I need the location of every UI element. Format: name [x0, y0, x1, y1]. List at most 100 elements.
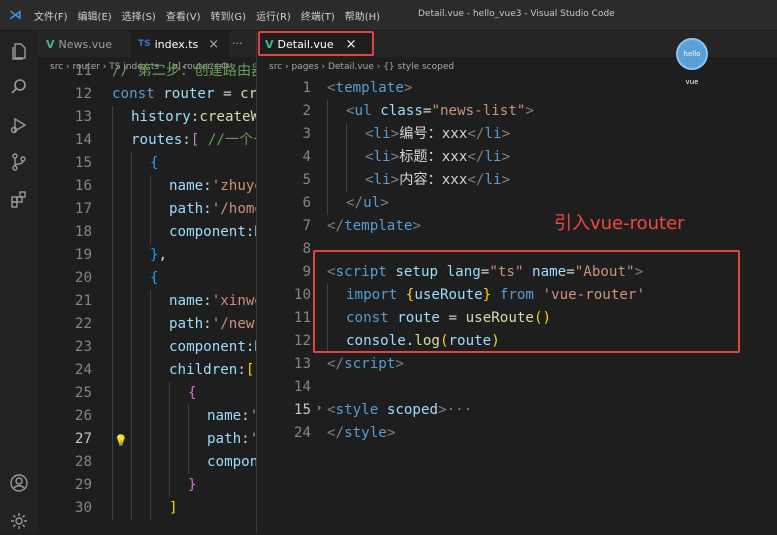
tab-label: News.vue [58, 37, 112, 51]
indent-guide [112, 106, 113, 129]
indent-guide [131, 359, 132, 382]
settings-gear-icon[interactable] [9, 511, 29, 531]
code-line[interactable]: 18 component:Home [38, 221, 256, 244]
code-text: <li>标题：xxx</li> [365, 149, 511, 165]
indent-guide [112, 405, 113, 428]
fold-chevron-icon[interactable]: › [317, 401, 321, 414]
code-line[interactable]: 13 </script> [257, 353, 777, 376]
code-line[interactable]: 4 <li>标题：xxx</li> [257, 146, 777, 169]
code-line[interactable]: 20 { [38, 267, 256, 290]
line-number: 7 [302, 218, 311, 234]
extensions-icon[interactable] [9, 189, 29, 209]
code-line[interactable]: 5 <li>内容：xxx</li> [257, 169, 777, 192]
line-number: 24 [293, 425, 311, 441]
line-number: 30 [74, 500, 92, 516]
menu-help[interactable]: 帮助(H) [345, 8, 380, 23]
code-editor-left[interactable]: 11 // 第二步：创建路由器 12 const router = createRou… [38, 63, 256, 533]
line-number: 26 [74, 408, 92, 424]
code-text: history:createWebHistory [131, 109, 256, 125]
title-bar: ⋊ 文件(F) 编辑(E) 选择(S) 查看(V) 转到(G) 运行(R) 终端… [0, 0, 777, 31]
line-number: 2 [302, 103, 311, 119]
code-line[interactable]: 12 const router = createRouter [38, 83, 256, 106]
code-line[interactable]: 21 name:'xinwen' [38, 290, 256, 313]
annotation-text: 引入vue-router [554, 213, 685, 234]
close-icon[interactable]: × [208, 37, 219, 52]
indent-guide [112, 244, 113, 267]
highlight-script-box [313, 250, 740, 353]
indent-guide [150, 405, 151, 428]
indent-guide [150, 428, 151, 451]
line-number: 29 [74, 477, 92, 493]
code-text: <style scoped>··· [327, 402, 473, 418]
indent-guide [150, 198, 151, 221]
indent-guide [169, 405, 170, 428]
indent-guide [169, 451, 170, 474]
menu-edit[interactable]: 编辑(E) [78, 8, 112, 23]
more-actions-icon[interactable]: ··· [232, 37, 243, 50]
account-icon[interactable] [9, 473, 29, 493]
code-text: ] [169, 500, 178, 516]
line-number: 5 [302, 172, 311, 188]
code-line[interactable]: 19}, [38, 244, 256, 267]
code-line[interactable]: 11 // 第二步：创建路由器 [38, 60, 256, 83]
code-line[interactable]: 22 path:'/news' [38, 313, 256, 336]
code-line[interactable]: 16 name:'zhuye' [38, 175, 256, 198]
line-number: 15 [293, 402, 311, 418]
run-debug-icon[interactable] [9, 115, 29, 135]
code-line[interactable]: 1 <template> [257, 77, 777, 100]
code-line[interactable]: 15 { [38, 152, 256, 175]
indent-guide [131, 175, 132, 198]
code-line[interactable]: 24 </style> [257, 422, 777, 445]
source-control-icon[interactable] [9, 152, 29, 172]
tab-index-ts[interactable]: TS index.ts × [130, 31, 230, 57]
code-text: name:'xiang' [207, 408, 256, 424]
indent-guide [112, 129, 113, 152]
window-title: Detail.vue - hello_vue3 - Visual Studio … [418, 9, 615, 19]
indent-guide [188, 405, 189, 428]
code-line[interactable]: 17 path:'/home' [38, 198, 256, 221]
menu-selection[interactable]: 选择(S) [122, 8, 156, 23]
code-line[interactable]: 24 children:[ [38, 359, 256, 382]
code-line[interactable]: 13 history:createWebHistory [38, 106, 256, 129]
code-text: name:'xinwen' [169, 293, 256, 309]
line-number: 25 [74, 385, 92, 401]
editor-pane-left: V News.vue TS index.ts × ··· src › route… [38, 31, 256, 533]
menu-terminal[interactable]: 终端(T) [301, 8, 335, 23]
code-line[interactable]: 2 <ul class="news-list"> [257, 100, 777, 123]
indent-guide [188, 428, 189, 451]
menu-run[interactable]: 运行(R) [256, 8, 291, 23]
code-line[interactable]: 27 path:'detail' [38, 428, 256, 451]
indent-guide [150, 474, 151, 497]
code-line[interactable]: 29} [38, 474, 256, 497]
indent-guide [131, 244, 132, 267]
code-line[interactable]: 28 component:Detail [38, 451, 256, 474]
code-line[interactable]: 30] [38, 497, 256, 520]
line-number: 15 [74, 155, 92, 171]
highlight-tab-box [258, 31, 374, 56]
code-line[interactable]: 3 <li>编号：xxx</li> [257, 123, 777, 146]
code-text: <ul class="news-list"> [346, 103, 534, 119]
lightbulb-icon[interactable]: 💡 [114, 434, 128, 447]
indent-guide [131, 497, 132, 520]
indent-guide [131, 336, 132, 359]
menu-file[interactable]: 文件(F) [34, 8, 68, 23]
code-line[interactable]: 15 <style scoped>··· [257, 399, 777, 422]
indent-guide [150, 221, 151, 244]
code-line[interactable]: 26 name:'xiang' [38, 405, 256, 428]
indent-guide [150, 175, 151, 198]
menu-go[interactable]: 转到(G) [211, 8, 247, 23]
search-icon[interactable] [9, 77, 29, 97]
code-line[interactable]: 23 component:News [38, 336, 256, 359]
code-line[interactable]: 6 </ul> [257, 192, 777, 215]
indent-guide [169, 428, 170, 451]
code-line[interactable]: 14 [257, 376, 777, 399]
indent-guide [131, 382, 132, 405]
code-line[interactable]: 25 { [38, 382, 256, 405]
code-line[interactable]: 14 routes:[ //一个一个的路由规则 [38, 129, 256, 152]
menu-view[interactable]: 查看(V) [166, 8, 201, 23]
code-line[interactable]: 7 </template> [257, 215, 777, 238]
indent-guide [131, 221, 132, 244]
explorer-icon[interactable] [9, 41, 29, 61]
indent-guide [131, 451, 132, 474]
tab-news-vue[interactable]: V News.vue [38, 31, 130, 57]
